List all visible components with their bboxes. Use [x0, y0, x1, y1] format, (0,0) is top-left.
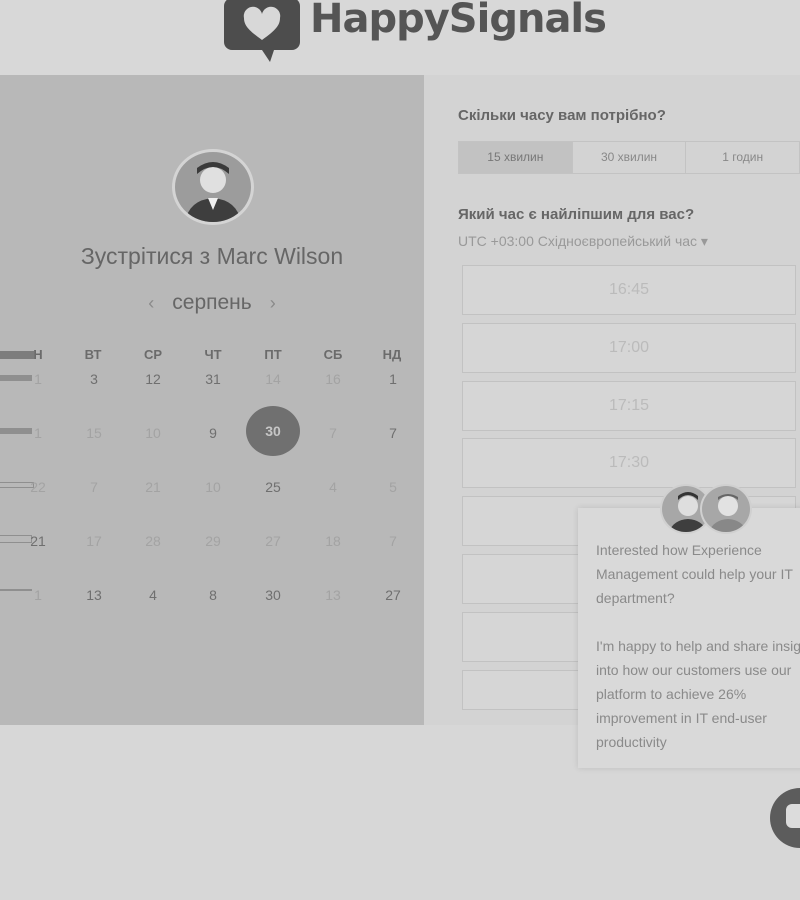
- calendar-day[interactable]: 28: [133, 533, 173, 549]
- time-slot[interactable]: 17:30: [462, 438, 796, 488]
- time-slot[interactable]: 16:45: [462, 265, 796, 315]
- calendar-day[interactable]: 12: [133, 371, 173, 387]
- person-icon: [185, 162, 241, 222]
- calendar-day[interactable]: 29: [193, 533, 233, 549]
- weekday-header: ВТ: [84, 347, 102, 362]
- calendar-day[interactable]: 3: [74, 371, 114, 387]
- chat-bubble-icon: [786, 804, 800, 828]
- duration-option-60[interactable]: 1 годин: [686, 142, 799, 173]
- selected-day-number: 30: [265, 423, 281, 439]
- weekday-header: ПТ: [264, 347, 282, 362]
- calendar-day[interactable]: 10: [133, 425, 173, 441]
- timezone-select[interactable]: UTC +03:00 Східноєвропейський час ▾: [458, 233, 708, 250]
- duration-selector: 15 хвилин 30 хвилин 1 годин: [458, 141, 800, 174]
- meeting-title: Зустрітися з Marc Wilson: [80, 243, 344, 269]
- weekday-header: ЧТ: [204, 347, 222, 362]
- calendar-day[interactable]: 17: [74, 533, 114, 549]
- month-label: серпень: [172, 291, 252, 314]
- calendar-day[interactable]: 27: [373, 587, 413, 603]
- time-question: Який час є найліпшим для вас?: [458, 206, 695, 223]
- chevron-right-icon[interactable]: ›: [270, 293, 276, 314]
- selected-day[interactable]: 30: [246, 406, 300, 456]
- calendar-day[interactable]: 10: [193, 479, 233, 495]
- chevron-left-icon[interactable]: ‹: [148, 293, 154, 314]
- heart-speech-logo-icon: [224, 0, 300, 62]
- calendar-day[interactable]: 8: [193, 587, 233, 603]
- chat-message: Interested how Experience Management cou…: [596, 542, 800, 750]
- calendar-day[interactable]: 4: [133, 587, 173, 603]
- calendar-day[interactable]: 16: [313, 371, 353, 387]
- calendar-day[interactable]: 13: [313, 587, 353, 603]
- calendar-day[interactable]: 13: [74, 587, 114, 603]
- calendar-day[interactable]: 1: [373, 371, 413, 387]
- weekday-header: СБ: [323, 347, 343, 362]
- calendar-day[interactable]: 15: [74, 425, 114, 441]
- duration-question: Скільки часу вам потрібно?: [458, 107, 666, 124]
- calendar-panel: Зустрітися з Marc Wilson ‹ серпень › Н В…: [0, 75, 424, 725]
- calendar-day[interactable]: 7: [373, 425, 413, 441]
- calendar-day[interactable]: 27: [253, 533, 293, 549]
- calendar-day[interactable]: 7: [373, 533, 413, 549]
- weekday-header: НД: [382, 347, 402, 362]
- month-navigation: ‹ серпень ›: [0, 288, 424, 318]
- calendar-day[interactable]: 22: [18, 479, 58, 495]
- calendar-day[interactable]: 25: [253, 479, 293, 495]
- calendar-day[interactable]: 9: [193, 425, 233, 441]
- weekday-header: Н: [33, 347, 43, 362]
- calendar-day[interactable]: 4: [313, 479, 353, 495]
- calendar-day[interactable]: 7: [74, 479, 114, 495]
- duration-option-15[interactable]: 15 хвилин: [459, 142, 573, 173]
- header: HappySignals: [0, 0, 800, 75]
- calendar-day[interactable]: 7: [313, 425, 353, 441]
- calendar-day[interactable]: 14: [253, 371, 293, 387]
- chat-popup[interactable]: Interested how Experience Management cou…: [578, 508, 800, 768]
- calendar-day[interactable]: 5: [373, 479, 413, 495]
- calendar-day[interactable]: 31: [193, 371, 233, 387]
- calendar-day[interactable]: 21: [18, 533, 58, 549]
- duration-option-30[interactable]: 30 хвилин: [573, 142, 687, 173]
- time-slot[interactable]: 17:15: [462, 381, 796, 431]
- brand-name: HappySignals: [310, 0, 607, 42]
- calendar-day[interactable]: 30: [253, 587, 293, 603]
- calendar-day[interactable]: 1: [18, 587, 58, 603]
- calendar-day[interactable]: 1: [18, 371, 58, 387]
- weekday-header: СР: [143, 347, 163, 362]
- calendar-day[interactable]: 1: [18, 425, 58, 441]
- agent-avatar: [700, 484, 752, 534]
- calendar-day[interactable]: 18: [313, 533, 353, 549]
- calendar-day[interactable]: 21: [133, 479, 173, 495]
- time-slot[interactable]: 17:00: [462, 323, 796, 373]
- happysignals-logo[interactable]: HappySignals: [222, 0, 642, 64]
- host-avatar: [172, 149, 254, 225]
